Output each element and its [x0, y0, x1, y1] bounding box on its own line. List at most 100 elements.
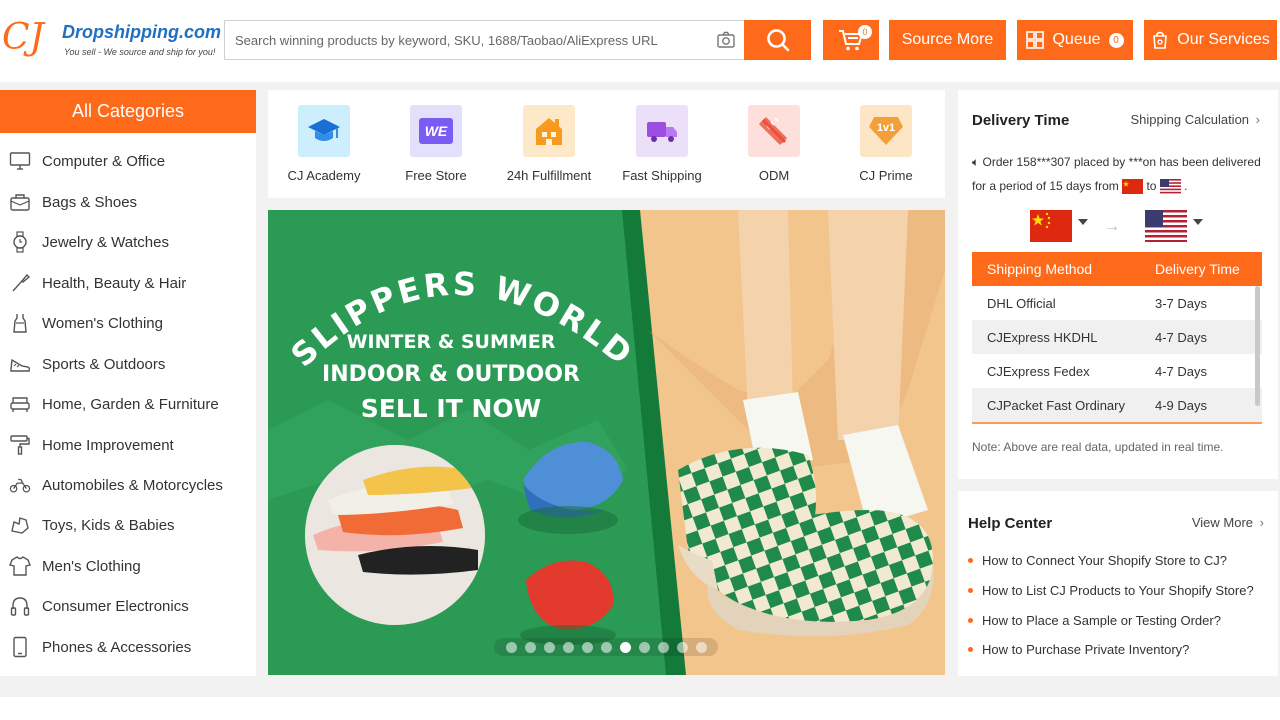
bullet-icon	[968, 618, 973, 623]
view-more-link[interactable]: View More ›	[1192, 515, 1264, 530]
queue-label: Queue	[1052, 31, 1101, 48]
search-bar	[224, 20, 744, 60]
shipping-method-cell: CJExpress Fedex	[987, 363, 1090, 379]
category-label: Automobiles & Motorcycles	[42, 476, 223, 494]
logo-mark: CJ	[2, 17, 44, 58]
category-item[interactable]: Computer & Office	[0, 141, 256, 181]
our-services-button[interactable]: Our Services	[1144, 20, 1277, 60]
category-label: Consumer Electronics	[42, 597, 189, 615]
category-item[interactable]: Jewelry & Watches	[0, 222, 256, 262]
category-sidebar: All Categories Computer & Office Bags & …	[0, 90, 256, 676]
chevron-right-icon: ›	[1259, 515, 1264, 530]
carousel-dot-active[interactable]	[619, 641, 631, 653]
cart-button[interactable]: 0	[823, 20, 879, 60]
carousel-dot[interactable]	[695, 641, 707, 653]
category-item[interactable]: Toys, Kids & Babies	[0, 505, 256, 545]
category-label: Computer & Office	[42, 152, 166, 170]
china-flag-icon	[1030, 210, 1072, 242]
feature-cj-prime[interactable]: 1v1 CJ Prime	[836, 105, 936, 183]
site-header: CJ Dropshipping.com You sell - We source…	[0, 0, 1280, 82]
help-article-link[interactable]: How to List CJ Products to Your Shopify …	[968, 583, 1254, 598]
table-row[interactable]: CJPacket Fast Ordinary 4-9 Days	[972, 388, 1262, 422]
watch-icon	[9, 231, 31, 253]
table-bottom-rule	[972, 422, 1262, 424]
category-item[interactable]: Sports & Outdoors	[0, 344, 256, 384]
table-scrollbar[interactable]	[1255, 286, 1260, 406]
banner-line-2: INDOOR & OUTDOOR	[322, 362, 580, 387]
carousel-dot[interactable]	[581, 641, 593, 653]
route-selector: →	[1030, 210, 1210, 244]
carousel-dot[interactable]	[657, 641, 669, 653]
to-country-select[interactable]	[1145, 210, 1203, 247]
help-article-link[interactable]: How to Place a Sample or Testing Order?	[968, 613, 1221, 628]
logo-name: Dropshipping.com	[62, 22, 221, 42]
carousel-dot[interactable]	[543, 641, 555, 653]
delivery-time-panel: Delivery Time Shipping Calculation › 🔈︎ …	[958, 90, 1278, 479]
we-store-icon: WE	[410, 105, 462, 157]
china-flag-icon	[1122, 179, 1144, 195]
delivery-message: 🔈︎ Order 158***307 placed by ***on has b…	[972, 150, 1268, 198]
from-country-select[interactable]	[1030, 210, 1088, 247]
help-article-label: How to List CJ Products to Your Shopify …	[982, 583, 1254, 598]
our-services-label: Our Services	[1177, 31, 1270, 48]
category-item[interactable]: Consumer Electronics	[0, 586, 256, 626]
category-item[interactable]: Automobiles & Motorcycles	[0, 465, 256, 505]
help-article-link[interactable]: How to Purchase Private Inventory?	[968, 642, 1189, 657]
help-article-label: How to Connect Your Shopify Store to CJ?	[982, 553, 1227, 568]
source-more-button[interactable]: Source More	[889, 20, 1006, 60]
sofa-icon	[9, 393, 31, 415]
help-article-link[interactable]: How to Connect Your Shopify Store to CJ?	[968, 553, 1227, 568]
all-categories-title[interactable]: All Categories	[0, 90, 256, 133]
category-item[interactable]: Bags & Shoes	[0, 182, 256, 222]
carousel-dots	[494, 638, 718, 656]
category-item[interactable]: Home, Garden & Furniture	[0, 384, 256, 424]
toy-icon	[9, 514, 31, 536]
delivery-note: Note: Above are real data, updated in re…	[972, 440, 1224, 454]
services-bag-icon	[1153, 31, 1168, 49]
feature-odm[interactable]: ODM	[724, 105, 824, 183]
carousel-dot[interactable]	[600, 641, 612, 653]
carousel-dot[interactable]	[505, 641, 517, 653]
phone-icon	[9, 636, 31, 658]
delivery-time-title: Delivery Time	[972, 112, 1070, 129]
feature-label: Fast Shipping	[622, 168, 702, 183]
delivery-time-cell: 4-7 Days	[1155, 329, 1208, 345]
feature-label: CJ Prime	[859, 168, 913, 183]
usa-flag-icon	[1159, 179, 1181, 195]
search-input[interactable]	[225, 21, 705, 59]
feature-24h-fulfillment[interactable]: 24h Fulfillment	[499, 105, 599, 183]
category-item[interactable]: Health, Beauty & Hair	[0, 263, 256, 303]
carousel-dot[interactable]	[676, 641, 688, 653]
banner-artwork: SLIPPERS WORLD WINTER & SUMMER INDOOR & …	[268, 210, 945, 675]
shipping-calculation-link[interactable]: Shipping Calculation ›	[1131, 112, 1261, 127]
queue-count-badge: 0	[1108, 32, 1124, 48]
feature-cj-academy[interactable]: CJ Academy	[274, 105, 374, 183]
search-button[interactable]	[744, 20, 811, 60]
bullet-icon	[968, 588, 973, 593]
category-item[interactable]: Men's Clothing	[0, 546, 256, 586]
shipping-calculation-label: Shipping Calculation	[1130, 112, 1250, 127]
feature-free-store[interactable]: WE Free Store	[386, 105, 486, 183]
promo-banner[interactable]: SLIPPERS WORLD WINTER & SUMMER INDOOR & …	[268, 210, 945, 675]
category-item[interactable]: Phones & Accessories	[0, 627, 256, 667]
feature-fast-shipping[interactable]: Fast Shipping	[612, 105, 712, 183]
category-item[interactable]: Women's Clothing	[0, 303, 256, 343]
delivery-message-end: .	[1184, 179, 1188, 193]
we-badge: WE	[419, 118, 453, 144]
site-logo[interactable]: CJ Dropshipping.com You sell - We source…	[0, 14, 221, 64]
table-row[interactable]: CJExpress Fedex 4-7 Days	[972, 354, 1262, 388]
graduation-cap-icon	[298, 105, 350, 157]
queue-button[interactable]: Queue 0	[1017, 20, 1133, 60]
table-row[interactable]: DHL Official 3-7 Days	[972, 286, 1262, 320]
bag-icon	[9, 191, 31, 213]
camera-icon[interactable]	[716, 30, 736, 50]
category-item[interactable]: Home Improvement	[0, 425, 256, 465]
chevron-right-icon: ›	[1255, 112, 1260, 127]
column-header-time: Delivery Time	[1155, 261, 1240, 277]
table-row[interactable]: CJExpress HKDHL 4-7 Days	[972, 320, 1262, 354]
prime-badge: 1v1	[869, 117, 903, 145]
carousel-dot[interactable]	[562, 641, 574, 653]
bullet-icon	[968, 647, 973, 652]
carousel-dot[interactable]	[638, 641, 650, 653]
carousel-dot[interactable]	[524, 641, 536, 653]
